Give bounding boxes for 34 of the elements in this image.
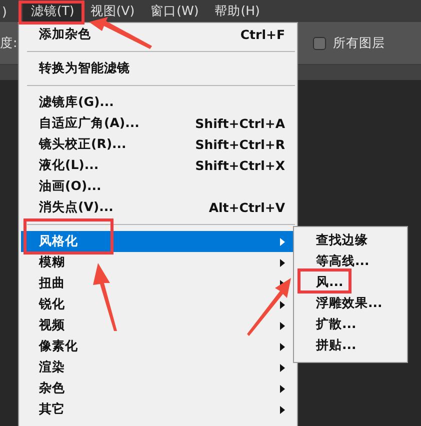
checkbox[interactable] <box>313 36 326 50</box>
submenu-item[interactable]: 等高线... <box>294 251 407 272</box>
checkbox-label: 所有图层 <box>333 34 386 52</box>
menu-item[interactable]: 风格化 <box>21 231 295 252</box>
highlight-box <box>298 268 352 294</box>
menu-item[interactable]: 滤镜库(G)... <box>21 92 295 113</box>
submenu-item[interactable]: 扩散... <box>294 314 407 335</box>
menu-item[interactable]: 镜头校正(R)... Shift+Ctrl+R <box>21 134 295 155</box>
submenu-item[interactable]: 拼贴... <box>294 335 407 356</box>
menu-item[interactable]: 消失点(V)... Alt+Ctrl+V <box>21 197 295 218</box>
menu-item[interactable]: 添加杂色 Ctrl+F <box>21 24 295 45</box>
menu-item[interactable]: 油画(O)... <box>21 176 295 197</box>
arrow <box>89 17 152 49</box>
arrow <box>93 263 117 331</box>
menu-item[interactable]: 锐化 <box>21 294 295 315</box>
menu-item[interactable]: 像素化 <box>21 336 295 357</box>
submenu-item[interactable]: 浮雕效果... <box>294 293 407 314</box>
highlight-box <box>18 0 84 24</box>
menu-item[interactable]: 渲染 <box>21 357 295 378</box>
menu-item[interactable]: 自适应广角(A)... Shift+Ctrl+A <box>21 113 295 134</box>
menu-bar-item[interactable]: 视图(V) <box>82 0 143 22</box>
menu-item[interactable]: 其它 <box>21 399 295 420</box>
option-label: 度: <box>0 34 18 52</box>
menu-bar-item[interactable]: 帮助(H) <box>206 0 268 22</box>
menu-item[interactable]: 视频 <box>21 315 295 336</box>
menu-item[interactable]: 液化(L)... Shift+Ctrl+X <box>21 155 295 176</box>
submenu-item[interactable]: 查找边缘 <box>294 230 407 251</box>
menu-bar-item[interactable]: ) <box>0 0 15 22</box>
menu-bar-item[interactable]: 窗口(W) <box>142 0 207 22</box>
menu-item[interactable]: 杂色 <box>21 378 295 399</box>
menu-item[interactable]: 模糊 <box>21 252 295 273</box>
menu-item[interactable]: 转换为智能滤镜 <box>21 58 295 79</box>
arrow <box>247 278 291 336</box>
submenu-item[interactable]: 风... <box>294 272 407 293</box>
